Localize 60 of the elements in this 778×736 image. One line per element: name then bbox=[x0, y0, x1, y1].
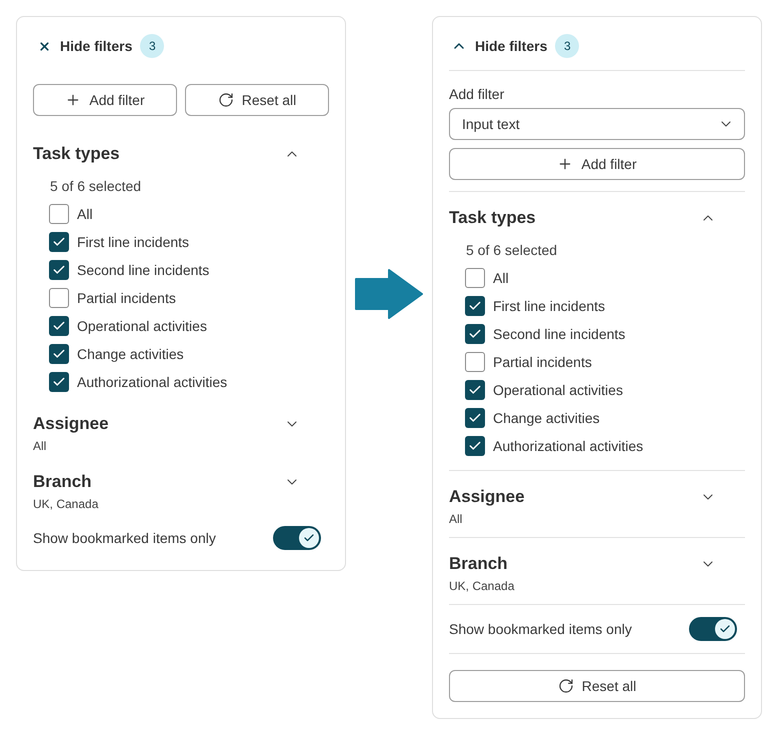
right-arrow-icon bbox=[355, 269, 423, 319]
checkbox-label[interactable]: First line incidents bbox=[77, 232, 190, 252]
checkbox-label[interactable]: Operational activities bbox=[493, 380, 623, 400]
checkbox[interactable] bbox=[49, 204, 69, 224]
section-title: Branch bbox=[449, 553, 508, 576]
checkbox[interactable] bbox=[49, 260, 69, 280]
section-title: Assignee bbox=[33, 413, 109, 436]
field-label: Add filter bbox=[449, 85, 504, 104]
filter-count-badge: 3 bbox=[140, 34, 164, 58]
reset-icon bbox=[558, 678, 574, 694]
selection-summary: 5 of 6 selected bbox=[466, 241, 558, 260]
toggle-switch[interactable] bbox=[273, 526, 321, 550]
filter-count-badge: 3 bbox=[555, 34, 580, 58]
checkbox[interactable] bbox=[49, 288, 69, 308]
section-title: Branch bbox=[33, 471, 92, 494]
checkbox-label[interactable]: Authorizational activities bbox=[77, 372, 228, 392]
checkbox-label[interactable]: Change activities bbox=[77, 344, 184, 364]
hide-filters-button[interactable]: Hide filters bbox=[451, 34, 548, 58]
checkbox-label[interactable]: All bbox=[493, 268, 509, 288]
reset-button[interactable]: Reset all bbox=[185, 84, 329, 116]
checkbox-label[interactable]: First line incidents bbox=[493, 296, 606, 316]
checkbox-label[interactable]: Partial incidents bbox=[77, 288, 176, 308]
checkbox[interactable] bbox=[465, 352, 485, 372]
hide-filters-button[interactable]: Hide filters bbox=[38, 34, 132, 58]
toggle-label: Show bookmarked items only bbox=[33, 529, 216, 548]
toggle-switch[interactable] bbox=[689, 617, 737, 641]
checkbox[interactable] bbox=[465, 436, 485, 456]
section-title: Assignee bbox=[449, 486, 525, 508]
checkbox-label[interactable]: Second line incidents bbox=[493, 324, 626, 344]
close-icon bbox=[38, 40, 51, 52]
section-title: Task types bbox=[33, 143, 120, 166]
checkbox[interactable] bbox=[49, 316, 69, 336]
checkbox[interactable] bbox=[49, 232, 69, 252]
reset-button[interactable]: Reset all bbox=[449, 670, 745, 702]
section-value: All bbox=[33, 438, 46, 454]
section-value: UK, Canada bbox=[33, 496, 98, 512]
checkbox[interactable] bbox=[465, 268, 485, 288]
checkbox-label[interactable]: Operational activities bbox=[77, 316, 207, 336]
checkbox-label[interactable]: Change activities bbox=[493, 408, 600, 428]
section-title: Task types bbox=[449, 207, 536, 230]
checkbox[interactable] bbox=[49, 344, 69, 364]
check-icon bbox=[719, 623, 731, 635]
selection-summary: 5 of 6 selected bbox=[50, 177, 142, 196]
add-filter-button[interactable]: Add filter bbox=[449, 148, 745, 180]
toggle-label: Show bookmarked items only bbox=[449, 620, 632, 639]
section-value: UK, Canada bbox=[449, 578, 514, 594]
checkbox[interactable] bbox=[465, 296, 485, 316]
reset-icon bbox=[218, 92, 234, 108]
checkbox-label[interactable]: Partial incidents bbox=[493, 352, 592, 372]
checkbox-label[interactable]: Authorizational activities bbox=[493, 436, 644, 456]
checkbox[interactable] bbox=[465, 380, 485, 400]
checkbox[interactable] bbox=[465, 324, 485, 344]
check-icon bbox=[303, 532, 315, 544]
checkbox[interactable] bbox=[49, 372, 69, 392]
filter-select[interactable]: Input text bbox=[449, 108, 745, 140]
add-filter-button[interactable]: Add filter bbox=[33, 84, 177, 116]
checkbox-label[interactable]: Second line incidents bbox=[77, 260, 210, 280]
section-value: All bbox=[449, 511, 462, 527]
checkbox-label[interactable]: All bbox=[77, 204, 93, 224]
checkbox[interactable] bbox=[465, 408, 485, 428]
